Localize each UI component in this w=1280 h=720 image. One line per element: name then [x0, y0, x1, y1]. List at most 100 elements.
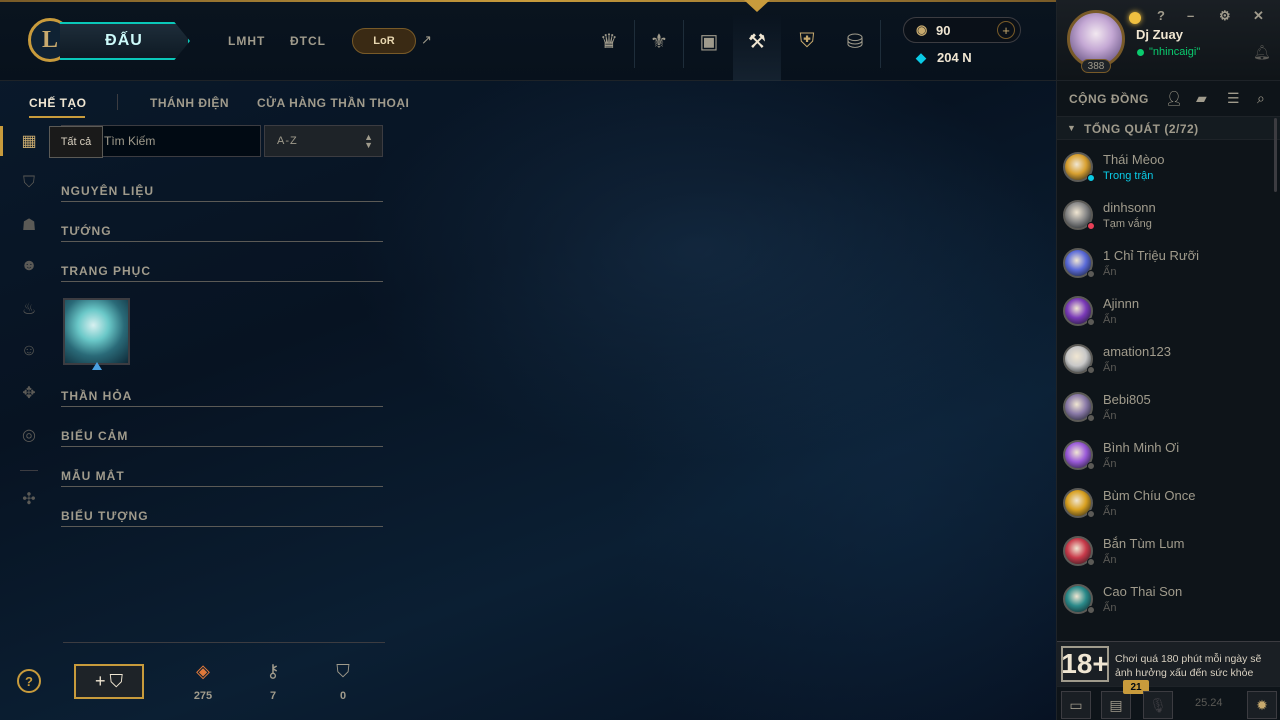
ranked-icon[interactable]: ⚜	[642, 24, 676, 58]
friend-status: Ẩn	[1103, 554, 1117, 566]
nav-link-dtcl[interactable]: ĐTCL	[290, 34, 326, 48]
minimize-icon[interactable]: –	[1187, 8, 1194, 23]
category-champions[interactable]: TƯỚNG	[61, 216, 383, 242]
rail-divider	[20, 470, 38, 471]
messages-icon[interactable]: ▤	[1101, 691, 1131, 719]
close-icon[interactable]: ✕	[1253, 8, 1264, 24]
friend-row[interactable]: Bebi805 Ẩn	[1057, 384, 1280, 432]
status-message[interactable]: "nhincaigi"	[1149, 46, 1200, 58]
loot-icon[interactable]: ⚒	[740, 24, 774, 58]
friend-row[interactable]: Bình Minh Ơi Ẩn	[1057, 432, 1280, 480]
friend-row[interactable]: Thái Mèoo Trong trận	[1057, 144, 1280, 192]
category-wards[interactable]: THẦN HỎA	[61, 381, 383, 407]
presence-dot-icon	[1087, 558, 1095, 566]
play-button[interactable]: ĐẤU	[60, 22, 190, 60]
friend-name: Bùm Chíu Once	[1103, 488, 1196, 503]
presence-dot-icon	[1087, 414, 1095, 422]
grid-all-icon[interactable]: ▦	[18, 130, 40, 152]
lor-button[interactable]: LoR	[352, 28, 416, 54]
friend-name: Thái Mèoo	[1103, 152, 1165, 167]
friend-row[interactable]: Bắn Tùm Lum Ẩn	[1057, 528, 1280, 576]
social-panel: 388 Dj Zuay "nhincaigi" ? – ⚙ ✕ 🔔︎ CỘNG …	[1056, 0, 1280, 720]
friend-name: Bình Minh Ơi	[1103, 440, 1180, 455]
friend-status: Trong trận	[1103, 170, 1154, 182]
presence-dot-icon	[1087, 318, 1095, 326]
caret-down-icon: ▼	[1067, 123, 1076, 133]
presence-dot-icon	[1087, 222, 1095, 230]
presence-dot-icon	[1087, 174, 1095, 182]
rail-active-indicator	[0, 126, 3, 156]
chat-icon[interactable]: ▭	[1061, 691, 1091, 719]
external-link-icon: ↗	[421, 32, 432, 47]
collection-icon[interactable]: ▣	[692, 24, 726, 58]
add-folder-icon[interactable]: ▰	[1196, 90, 1207, 107]
tab-sanctum[interactable]: THÁNH ĐIỆN	[150, 96, 229, 110]
friend-row[interactable]: dinhsonn Tạm vắng	[1057, 192, 1280, 240]
blue-essence-icon: ◆	[916, 50, 926, 65]
warning-text: Chơi quá 180 phút mỗi ngày sẽ ảnh hưởng …	[1115, 653, 1262, 679]
friend-row[interactable]: amation123 Ẩn	[1057, 336, 1280, 384]
eye-skin-filter-icon[interactable]: ✥	[18, 382, 40, 404]
friend-name: Bebi805	[1103, 392, 1151, 407]
friend-row[interactable]: 1 Chỉ Triệu Rưỡi Ẩn	[1057, 240, 1280, 288]
age-warning: 18+ Chơi quá 180 phút mỗi ngày sẽ ảnh hư…	[1057, 641, 1280, 686]
search-icon[interactable]: ⌕	[1257, 90, 1265, 107]
settings-icon[interactable]: ⚙	[1219, 8, 1231, 24]
bug-report-icon[interactable]: ✹	[1247, 691, 1277, 719]
friend-row[interactable]: Bùm Chíu Once Ẩn	[1057, 480, 1280, 528]
ward-filter-icon[interactable]: ♨	[18, 298, 40, 320]
nav-divider	[683, 20, 684, 68]
skin-shard-tile[interactable]	[63, 298, 130, 365]
other-filter-icon[interactable]: ✣	[18, 488, 40, 510]
champion-filter-icon[interactable]: ☗	[18, 214, 40, 236]
category-icons[interactable]: BIỂU TƯỢNG	[61, 501, 383, 527]
store-icon[interactable]: ⛁	[838, 24, 872, 58]
nav-divider	[634, 20, 635, 68]
clash-icon[interactable]: ⛨	[790, 24, 824, 58]
subnav-divider	[117, 94, 118, 110]
friend-row[interactable]: Cao Thai Son Ẩn	[1057, 576, 1280, 624]
help-icon[interactable]: ?	[1157, 8, 1165, 23]
friend-group-header[interactable]: ▼ TỔNG QUÁT (2/72)	[1057, 116, 1280, 140]
category-emotes[interactable]: BIỂU CẢM	[61, 421, 383, 447]
nav-link-lmht[interactable]: LMHT	[228, 34, 265, 48]
emote-filter-icon[interactable]: ☺	[18, 340, 40, 362]
friend-status: Tạm vắng	[1103, 218, 1152, 230]
top-navigation: L ĐẤU LMHT ĐTCL LoR ↗ ♛ ⚜ ▣ ⚒ ⛨ ⛁ ◉ 90 +…	[0, 0, 1056, 81]
sort-dropdown[interactable]: A-Z ▲ ▼	[264, 125, 383, 157]
chest-filter-icon[interactable]: ⛉	[18, 172, 40, 194]
summoner-name[interactable]: Dj Zuay	[1136, 27, 1183, 42]
category-eye-skins[interactable]: MẪU MẮT	[61, 461, 383, 487]
profile-icon-filter-icon[interactable]: ◎	[18, 424, 40, 446]
worlds-icon[interactable]: ♛	[592, 24, 626, 58]
level-badge: 388	[1081, 59, 1111, 73]
friend-status: Ẩn	[1103, 266, 1117, 278]
presence-dot-icon	[1087, 606, 1095, 614]
tab-crafting[interactable]: CHẾ TẠO	[29, 96, 87, 110]
chest-count: 0	[339, 690, 347, 702]
tooltip-all: Tất cả	[49, 126, 103, 158]
rp-value: 90	[936, 23, 951, 38]
notification-bell-icon[interactable]: 🔔︎	[1253, 44, 1271, 61]
friend-name: 1 Chỉ Triệu Rưỡi	[1103, 248, 1199, 263]
blue-essence-value: 204 N	[937, 50, 972, 65]
buy-rp-button[interactable]: +	[997, 21, 1015, 39]
voice-mic-icon[interactable]: 🎙︎	[1143, 691, 1173, 719]
active-tab-underline	[29, 116, 85, 118]
friend-status: Ẩn	[1103, 410, 1117, 422]
tab-mythic-shop[interactable]: CỬA HÀNG THẦN THOẠI	[257, 96, 409, 110]
friend-row[interactable]: Ajinnn Ẩn	[1057, 288, 1280, 336]
category-materials[interactable]: NGUYÊN LIỆU	[61, 176, 383, 202]
profile-header: 388 Dj Zuay "nhincaigi" ? – ⚙ ✕ 🔔︎	[1057, 0, 1280, 81]
social-bottom-bar: ▭ ▤ 21 🎙︎ 25.24 ✹	[1057, 680, 1280, 720]
list-view-icon[interactable]: ☰	[1227, 90, 1240, 107]
add-friend-icon[interactable]: 👤︎	[1165, 90, 1183, 107]
chest-icon: ⛉	[109, 671, 124, 691]
help-button[interactable]: ?	[17, 669, 41, 693]
friend-status: Ẩn	[1103, 458, 1117, 470]
friend-status: Ẩn	[1103, 506, 1117, 518]
nav-divider	[880, 20, 881, 68]
category-skins[interactable]: TRANG PHỤC	[61, 256, 383, 282]
craft-key-button[interactable]: + ⛉	[74, 664, 144, 699]
skin-filter-icon[interactable]: ☻	[18, 255, 40, 277]
